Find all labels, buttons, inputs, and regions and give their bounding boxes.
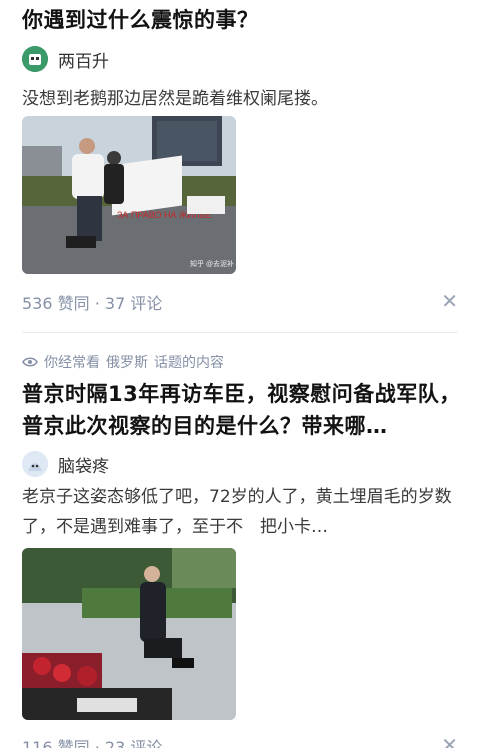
topic-reason[interactable]: 你经常看 俄罗斯 话题的内容 xyxy=(22,352,224,372)
question-title[interactable]: 你遇到过什么震惊的事？ xyxy=(22,4,259,36)
answer-image[interactable]: ЗА ПРАВО НА ЖИЛЬЕ 知乎 @去泥补 xyxy=(22,116,236,274)
answer-image[interactable] xyxy=(22,548,236,720)
avatar-icon xyxy=(22,451,48,477)
image-watermark: 知乎 @去泥补 xyxy=(190,259,234,268)
author-name[interactable]: 脑袋疼 xyxy=(58,452,109,477)
protest-photo: ЗА ПРАВО НА ЖИЛЬЕ 知乎 @去泥补 xyxy=(22,116,236,274)
question-title[interactable]: 普京时隔13年再访车臣，视察慰问备战军队，普京此次视察的目的是什么？带来哪… xyxy=(22,378,462,442)
author-row[interactable]: 脑袋疼 xyxy=(22,450,109,478)
answer-excerpt[interactable]: 没想到老鹅那边居然是跪着维权阑尾搂。 xyxy=(22,84,462,114)
avatar[interactable] xyxy=(22,451,48,477)
eye-icon xyxy=(22,357,38,367)
answer-stats[interactable]: 116 赞同 · 23 评论 xyxy=(22,734,162,748)
author-name[interactable]: 两百升 xyxy=(58,47,109,72)
answer-stats[interactable]: 536 赞同 · 37 评论 xyxy=(22,290,162,314)
answer-excerpt[interactable]: 老京子这姿态够低了吧，72岁的人了，黄土埋眉毛的岁数了，不是遇到难事了，至于不 … xyxy=(22,482,462,542)
topic-suffix: 话题的内容 xyxy=(154,355,224,371)
close-icon[interactable]: ✕ xyxy=(441,735,458,748)
author-row[interactable]: 两百升 xyxy=(22,45,109,73)
feed-card-1[interactable]: 你遇到过什么震惊的事？ 两百升 没想到老鹅那边居然是跪着维权阑尾搂。 ЗА ПР… xyxy=(0,0,480,330)
feed-card-2[interactable]: 你经常看 俄罗斯 话题的内容 普京时隔13年再访车臣，视察慰问备战军队，普京此次… xyxy=(0,340,480,748)
divider xyxy=(22,332,458,333)
topic-name[interactable]: 俄罗斯 xyxy=(106,352,148,372)
topic-prefix: 你经常看 xyxy=(44,355,100,371)
avatar[interactable] xyxy=(22,46,48,72)
avatar-icon xyxy=(22,46,48,72)
memorial-photo xyxy=(22,548,236,720)
close-icon[interactable]: ✕ xyxy=(441,291,458,311)
